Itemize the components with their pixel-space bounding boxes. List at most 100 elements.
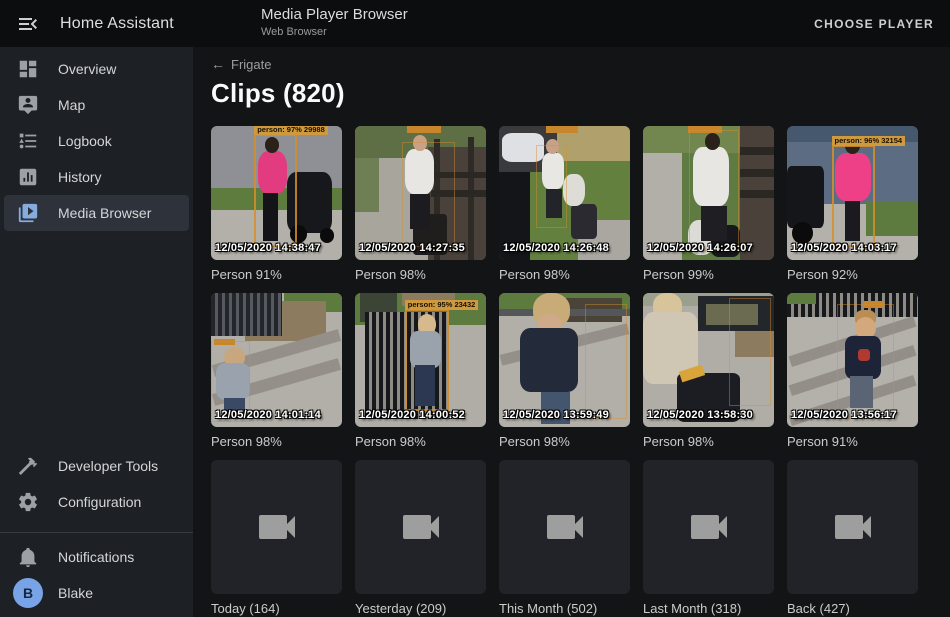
clip-timestamp: 12/05/2020 14:26:48 xyxy=(503,242,609,254)
sidebar-item-developer-tools[interactable]: Developer Tools xyxy=(4,448,189,484)
clip-card[interactable]: person: 97% 29988 12/05/2020 14:38:47 Per… xyxy=(211,126,342,282)
folder-thumbnail[interactable] xyxy=(355,460,486,594)
scene-layer xyxy=(211,293,282,336)
detection-bounding-box: person: 96% 32154 xyxy=(832,145,875,247)
folder-thumbnail[interactable] xyxy=(787,460,918,594)
clip-thumbnail[interactable]: 12/05/2020 13:56:17 xyxy=(787,293,918,427)
sidebar-item-configuration[interactable]: Configuration xyxy=(4,484,189,520)
clip-timestamp: 12/05/2020 14:27:35 xyxy=(359,242,465,254)
sidebar-item-user[interactable]: B Blake xyxy=(4,575,189,611)
folder-card[interactable]: This Month (502) xyxy=(499,460,630,616)
sidebar-item-label: Overview xyxy=(58,61,116,77)
breadcrumb[interactable]: ← Frigate xyxy=(211,56,271,72)
clip-timestamp: 12/05/2020 14:38:47 xyxy=(215,242,321,254)
clip-card[interactable]: person: 95% 2343212/05/2020 14:00:52 Per… xyxy=(355,293,486,449)
play-box-multiple-icon xyxy=(16,201,40,225)
folder-card[interactable]: Yesterday (209) xyxy=(355,460,486,616)
clip-thumbnail[interactable]: person: 96% 3215412/05/2020 14:03:17 xyxy=(787,126,918,260)
clip-thumbnail[interactable]: 12/05/2020 14:01:14 xyxy=(211,293,342,427)
clip-thumbnail[interactable]: 12/05/2020 14:27:35 xyxy=(355,126,486,260)
sidebar-item-notifications[interactable]: Notifications xyxy=(4,539,189,575)
clip-thumbnail[interactable]: person: 95% 2343212/05/2020 14:00:52 xyxy=(355,293,486,427)
sidebar-divider xyxy=(0,532,193,533)
sidebar-item-map[interactable]: Map xyxy=(4,87,189,123)
app-title: Home Assistant xyxy=(60,15,174,33)
sidebar-toggle-button[interactable] xyxy=(16,12,40,36)
clip-card[interactable]: 12/05/2020 13:58:30 Person 98% xyxy=(643,293,774,449)
detection-label: person: 97% 29988 xyxy=(254,126,328,135)
page-heading: Clips (820) xyxy=(211,78,950,109)
detection-bounding-box xyxy=(585,304,627,419)
clip-timestamp: 12/05/2020 13:58:30 xyxy=(647,409,753,421)
sidebar-item-label: Logbook xyxy=(58,133,112,149)
page-title-block: Media Player Browser Web Browser xyxy=(261,6,408,40)
scene-layer xyxy=(320,228,334,243)
video-camera-icon xyxy=(541,503,589,551)
detection-label: person: 95% 23432 xyxy=(405,300,479,310)
folder-label: Last Month (318) xyxy=(643,601,774,616)
folder-thumbnail[interactable] xyxy=(643,460,774,594)
clip-thumbnail[interactable]: person: 97% 29988 12/05/2020 14:38:47 xyxy=(211,126,342,260)
clip-card[interactable]: 12/05/2020 14:27:35 Person 98% xyxy=(355,126,486,282)
clip-label: Person 98% xyxy=(355,267,486,282)
scene-layer xyxy=(546,126,577,133)
clip-card[interactable]: 12/05/2020 14:01:14 Person 98% xyxy=(211,293,342,449)
folder-card[interactable]: Today (164) xyxy=(211,460,342,616)
folder-card[interactable]: Back (427) xyxy=(787,460,918,616)
video-camera-icon xyxy=(829,503,877,551)
back-arrow-icon: ← xyxy=(211,56,225,72)
clip-card[interactable]: 12/05/2020 14:26:07 Person 99% xyxy=(643,126,774,282)
folder-label: This Month (502) xyxy=(499,601,630,616)
sidebar-item-logbook[interactable]: Logbook xyxy=(4,123,189,159)
bell-icon xyxy=(16,545,40,569)
clip-thumbnail[interactable]: 12/05/2020 13:58:30 xyxy=(643,293,774,427)
sidebar-item-label: Map xyxy=(58,97,85,113)
scene-layer xyxy=(740,190,774,198)
main-content: ← Frigate Clips (820) person: 97% 29988 1… xyxy=(193,47,950,617)
gear-icon xyxy=(16,490,40,514)
sidebar-item-history[interactable]: History xyxy=(4,159,189,195)
app-window: Home Assistant Media Player Browser Web … xyxy=(0,0,950,617)
menu-open-icon xyxy=(16,12,40,36)
video-camera-icon xyxy=(397,503,445,551)
scene-layer xyxy=(740,147,774,155)
detection-bounding-box xyxy=(729,298,771,405)
clip-label: Person 92% xyxy=(787,267,918,282)
clip-card[interactable]: 12/05/2020 13:59:49 Person 98% xyxy=(499,293,630,449)
sidebar-item-label: History xyxy=(58,169,102,185)
detection-bounding-box xyxy=(689,130,739,251)
clip-timestamp: 12/05/2020 14:03:17 xyxy=(791,242,897,254)
hammer-icon xyxy=(16,454,40,478)
clips-grid: person: 97% 29988 12/05/2020 14:38:47 Per… xyxy=(211,126,950,616)
clip-thumbnail[interactable]: 12/05/2020 14:26:48 xyxy=(499,126,630,260)
detection-bounding-box: person: 95% 23432 xyxy=(405,309,450,411)
clip-label: Person 91% xyxy=(211,267,342,282)
folder-card[interactable]: Last Month (318) xyxy=(643,460,774,616)
scene-layer xyxy=(355,158,379,212)
sidebar-item-label: Notifications xyxy=(58,549,134,565)
folder-thumbnail[interactable] xyxy=(499,460,630,594)
sidebar-item-overview[interactable]: Overview xyxy=(4,51,189,87)
detection-bounding-box xyxy=(402,142,454,247)
folder-thumbnail[interactable] xyxy=(211,460,342,594)
scene-layer xyxy=(520,328,578,392)
clip-label: Person 99% xyxy=(643,267,774,282)
sidebar: Overview Map Logbook History xyxy=(0,47,193,617)
folder-label: Today (164) xyxy=(211,601,342,616)
sidebar-item-label: Configuration xyxy=(58,494,141,510)
folder-label: Yesterday (209) xyxy=(355,601,486,616)
clip-card[interactable]: 12/05/2020 14:26:48 Person 98% xyxy=(499,126,630,282)
choose-player-button[interactable]: CHOOSE PLAYER xyxy=(814,0,934,47)
clip-card[interactable]: 12/05/2020 13:56:17 Person 91% xyxy=(787,293,918,449)
scene-layer xyxy=(468,137,475,260)
sidebar-item-media-browser[interactable]: Media Browser xyxy=(4,195,189,231)
detection-bounding-box xyxy=(536,145,567,228)
clip-label: Person 98% xyxy=(499,434,630,449)
clip-label: Person 91% xyxy=(787,434,918,449)
clip-thumbnail[interactable]: 12/05/2020 14:26:07 xyxy=(643,126,774,260)
sidebar-spacer xyxy=(0,231,193,448)
folder-label: Back (427) xyxy=(787,601,918,616)
clip-thumbnail[interactable]: 12/05/2020 13:59:49 xyxy=(499,293,630,427)
scene-layer xyxy=(571,204,597,239)
clip-card[interactable]: person: 96% 3215412/05/2020 14:03:17 Per… xyxy=(787,126,918,282)
